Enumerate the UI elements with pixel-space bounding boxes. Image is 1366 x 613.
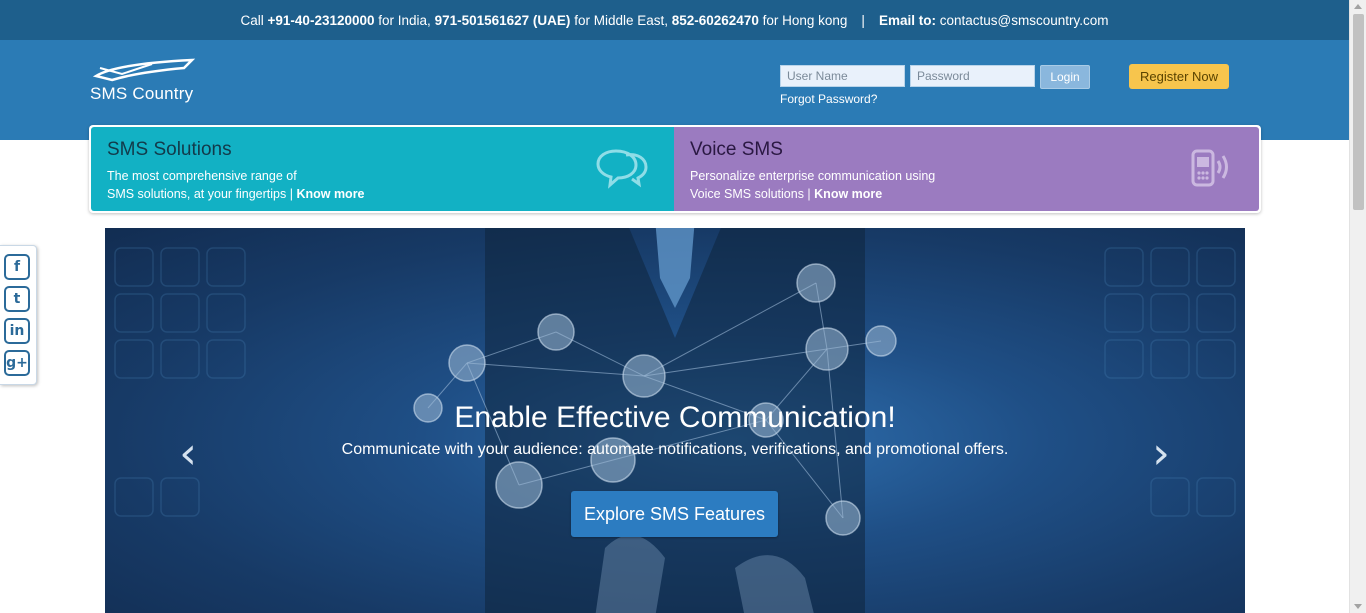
contact-separator: | <box>861 12 865 28</box>
facebook-icon[interactable]: f <box>4 254 30 280</box>
sms-solutions-panel[interactable]: SMS Solutions The most comprehensive ran… <box>91 127 674 211</box>
email-label: Email to: <box>878 12 936 28</box>
service-panels: SMS Solutions The most comprehensive ran… <box>89 125 1261 213</box>
chevron-left-icon[interactable]: ‹ <box>173 428 203 479</box>
username-input[interactable] <box>780 65 905 87</box>
hero-subtitle: Communicate with your audience: automate… <box>341 441 1009 458</box>
uae-label: for Middle East, <box>574 12 668 28</box>
social-share-bar: f t in g+ <box>0 245 37 385</box>
voice-panel-desc: Personalize enterprise communication usi… <box>690 167 1243 203</box>
voice-panel-line2: Voice SMS solutions | <box>690 187 811 201</box>
sms-panel-line2: SMS solutions, at your fingertips | <box>107 187 293 201</box>
voice-panel-title: Voice SMS <box>690 139 783 160</box>
call-prefix: Call <box>240 12 264 28</box>
india-label: for India, <box>378 12 431 28</box>
google-plus-icon[interactable]: g+ <box>4 350 30 376</box>
chat-bubbles-icon <box>596 149 648 189</box>
contact-bar: Call +91-40-23120000 for India, 971-5015… <box>0 0 1349 40</box>
logo-wing-icon <box>92 58 196 82</box>
sms-know-more-link[interactable]: Know more <box>296 187 364 201</box>
hk-label: for Hong kong <box>762 12 848 28</box>
twitter-icon[interactable]: t <box>4 286 30 312</box>
chevron-right-icon[interactable]: › <box>1146 428 1176 479</box>
sms-panel-desc: The most comprehensive range of SMS solu… <box>107 167 658 203</box>
logo[interactable]: SMS Country <box>90 58 210 108</box>
email-link[interactable]: contactus@smscountry.com <box>940 13 1109 28</box>
scroll-down-icon[interactable] <box>1354 604 1362 609</box>
register-button[interactable]: Register Now <box>1129 64 1229 89</box>
phone-voice-icon <box>1191 149 1228 187</box>
linkedin-icon[interactable]: in <box>4 318 30 344</box>
voice-know-more-link[interactable]: Know more <box>814 187 882 201</box>
voice-panel-line1: Personalize enterprise communication usi… <box>690 169 936 183</box>
password-input[interactable] <box>910 65 1035 87</box>
voice-sms-panel[interactable]: Voice SMS Personalize enterprise communi… <box>674 127 1259 211</box>
logo-text: SMS Country <box>90 84 194 103</box>
hero-title: Enable Effective Communication! <box>454 401 896 434</box>
explore-sms-features-button[interactable]: Explore SMS Features <box>571 491 778 537</box>
uae-number: 971-501561627 (UAE) <box>434 12 571 28</box>
hero-slider: Enable Effective Communication! Communic… <box>105 228 1245 613</box>
scrollbar-thumb[interactable] <box>1353 14 1364 210</box>
page-scrollbar[interactable] <box>1349 0 1366 613</box>
hk-number: 852-60262470 <box>671 12 759 28</box>
scroll-up-icon[interactable] <box>1354 4 1362 9</box>
login-button[interactable]: Login <box>1040 65 1090 89</box>
forgot-password-link[interactable]: Forgot Password? <box>780 92 877 106</box>
india-number: +91-40-23120000 <box>267 12 375 28</box>
sms-panel-line1: The most comprehensive range of <box>107 169 297 183</box>
sms-panel-title: SMS Solutions <box>107 139 232 160</box>
